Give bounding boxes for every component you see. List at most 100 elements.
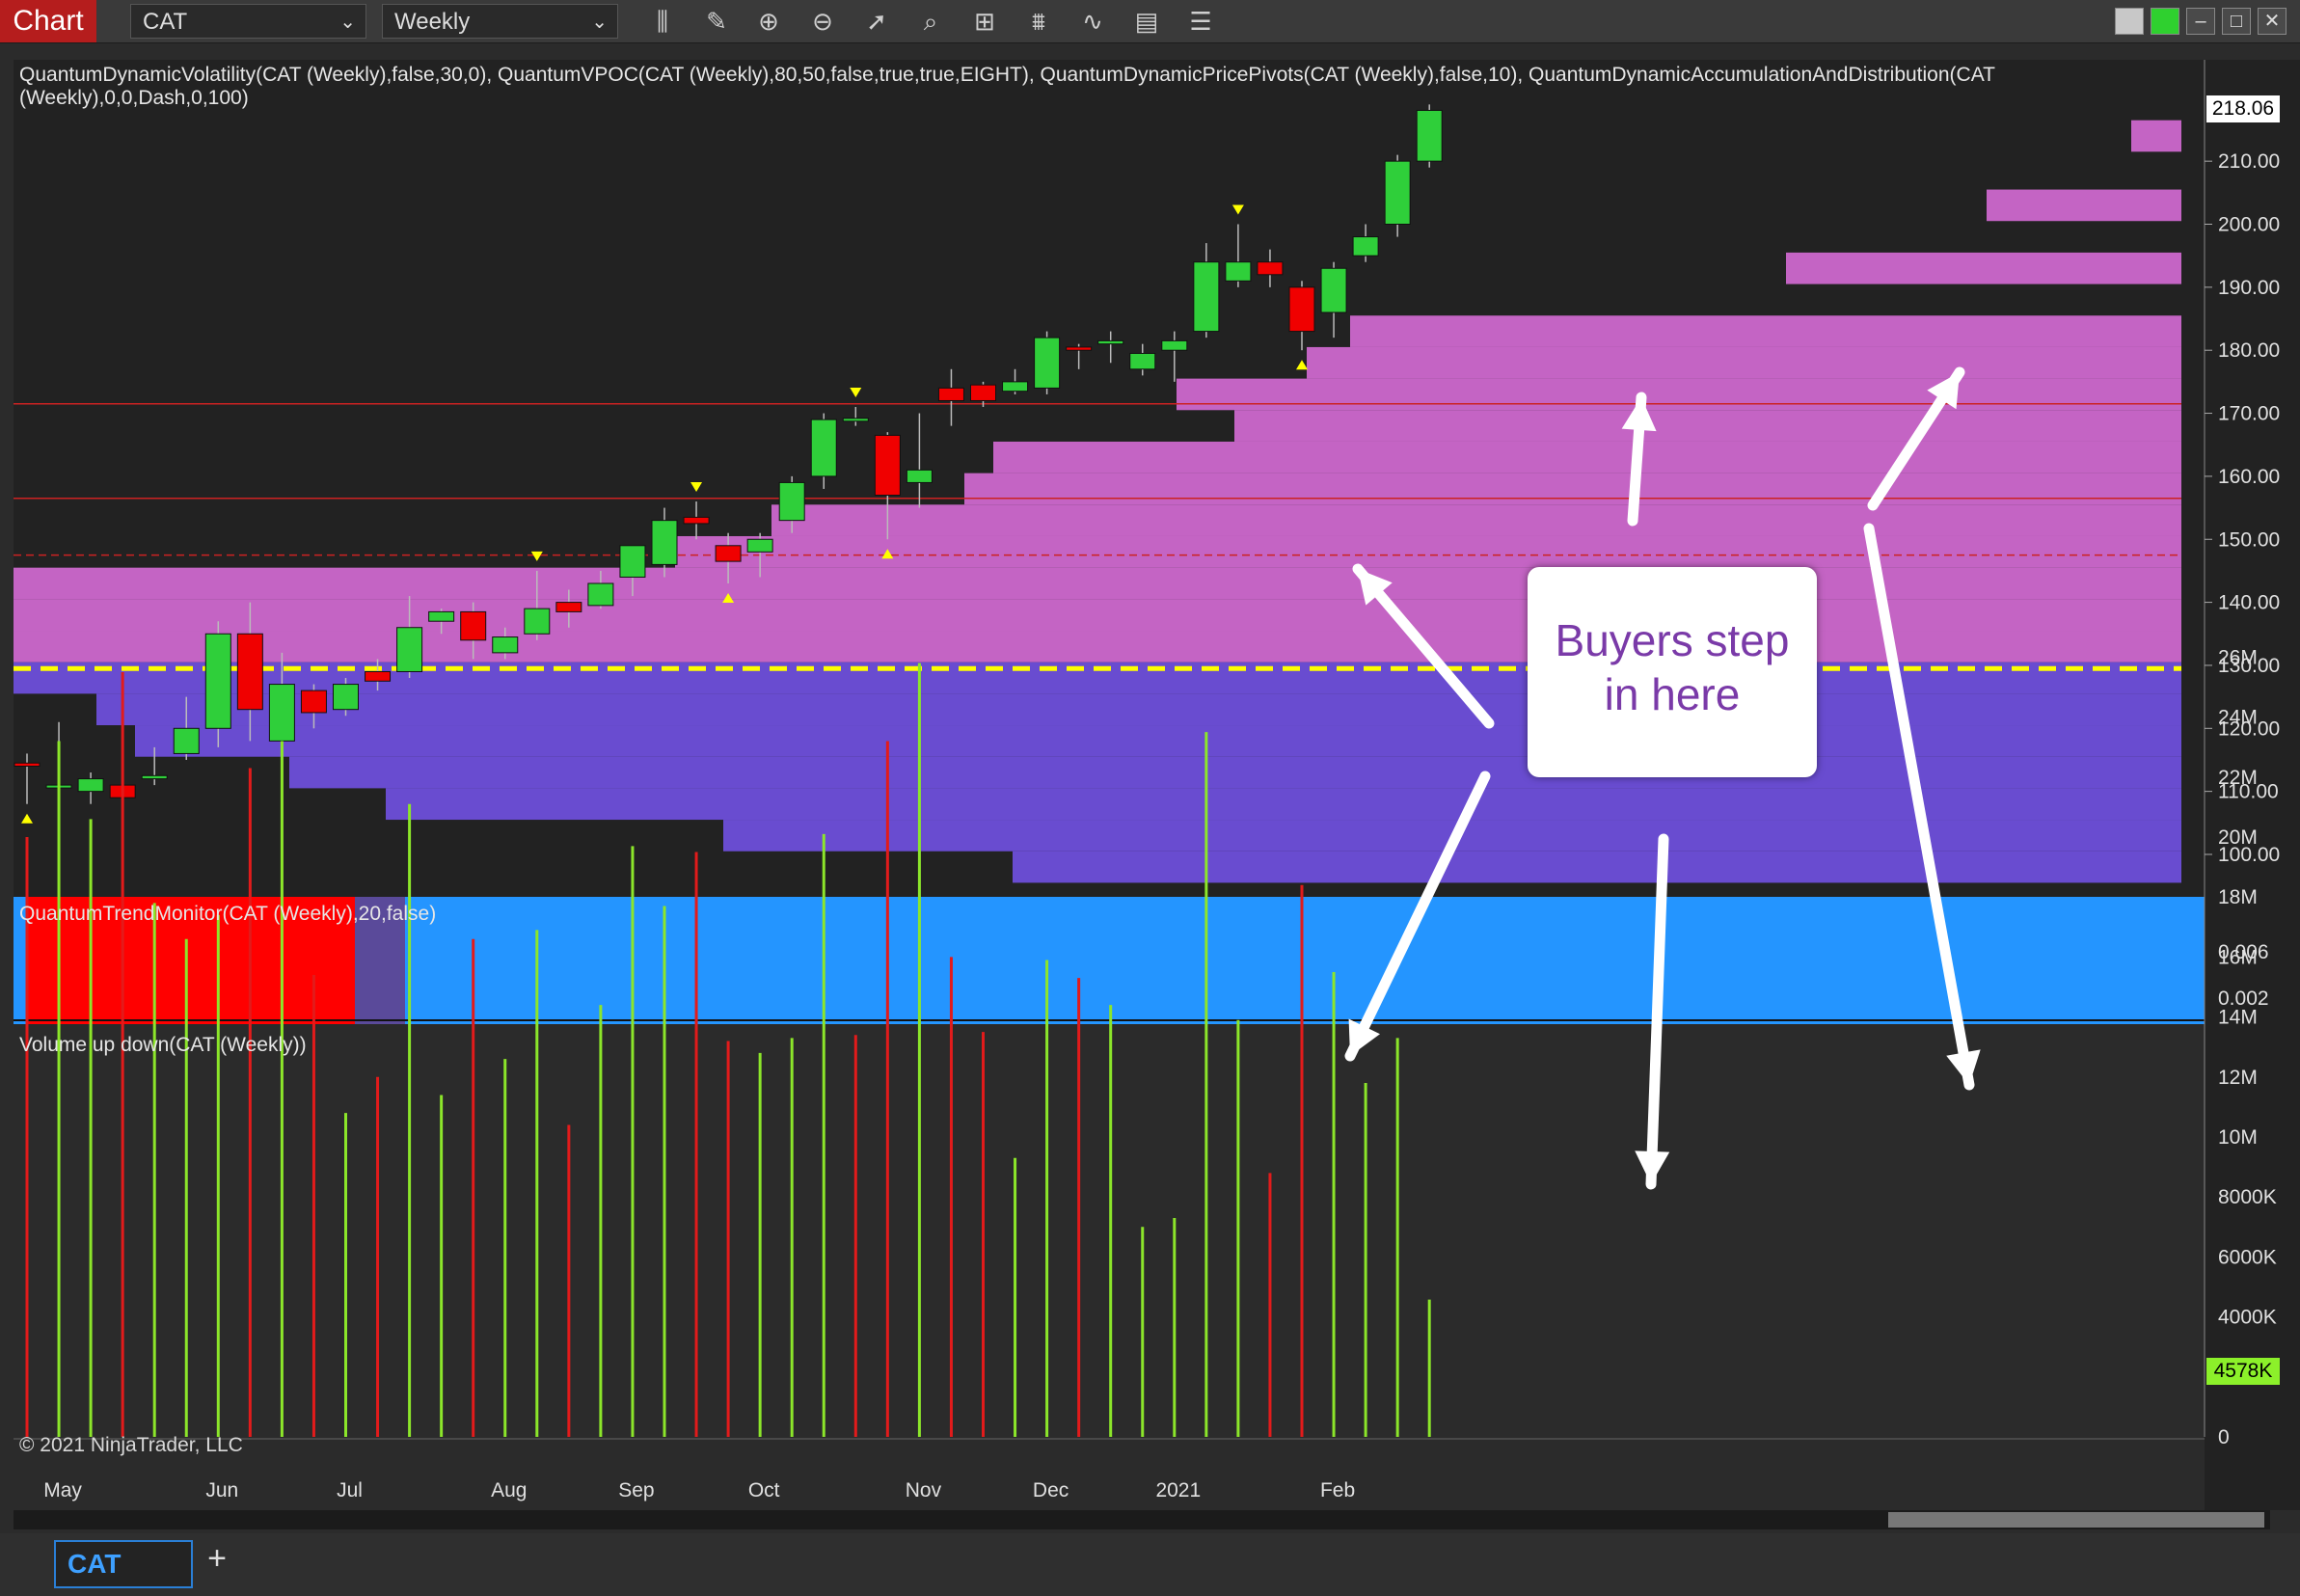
volume-label: Volume up down(CAT (Weekly)) [19,1034,307,1056]
vpoc-band [289,756,2181,789]
trend-monitor-label: QuantumTrendMonitor(CAT (Weekly),20,fals… [19,903,437,925]
scrollbar-thumb[interactable] [1888,1512,2264,1528]
vpoc-band [1350,315,2181,347]
candle-body [1066,346,1093,351]
vpoc-band [675,535,2181,568]
candle-body [937,387,964,401]
last-price-label: 218.06 [2206,95,2280,122]
volume-tick-label: 16M [2218,946,2258,968]
vpoc-band [14,567,2181,600]
candle-body [492,636,519,654]
x-tick-label: Sep [618,1479,654,1501]
candle-body [236,633,263,711]
vpoc-band [771,504,2181,536]
candle-body [1288,286,1315,333]
chart-canvas[interactable]: 100.00110.00120.00130.00140.00150.00160.… [0,0,2300,1533]
candle-body [970,384,996,401]
vpoc-band [1987,189,2181,222]
candle-body [173,727,200,754]
vpoc-band [993,441,2181,473]
candle-body [810,419,837,477]
indicators-label-line2: (Weekly),0,0,Dash,0,100) [19,87,249,109]
x-tick-label: Jul [337,1479,363,1501]
candle-body [1161,339,1188,351]
x-tick-label: May [43,1479,82,1501]
candle-body [874,434,901,497]
vpoc-band [96,693,2181,726]
price-tick-label: 150.00 [2218,528,2280,551]
candle-body [778,481,805,522]
candle-body [333,684,359,711]
candle-body [906,469,933,483]
vpoc-band [2131,120,2181,152]
price-tick-label: 170.00 [2218,403,2280,425]
candle-body [1002,381,1029,392]
callout-line1: Buyers step [1555,615,1790,665]
x-tick-label: Feb [1320,1479,1355,1501]
candle-body [396,627,423,672]
candle-body [1320,267,1347,313]
candle-body [1129,352,1156,370]
candle-body [14,762,41,768]
indicators-label-line1: QuantumDynamicVolatility(CAT (Weekly),fa… [19,64,1995,86]
candle-body [746,538,773,553]
x-tick-label: Oct [748,1479,780,1501]
add-tab-button[interactable]: + [201,1539,233,1578]
candle-body [300,690,327,714]
vpoc-band [135,725,2181,757]
buyers-callout: Buyers step in here [1528,567,1817,777]
volume-tick-label: 6000K [2218,1246,2277,1268]
candle-body [842,418,869,422]
candle-body [1097,339,1124,345]
volume-tick-label: 20M [2218,826,2258,849]
tab-cat[interactable]: CAT [54,1540,193,1588]
candle-body [268,684,295,742]
candle-body [77,778,104,793]
candle-body [619,545,646,578]
candle-body [587,582,614,607]
volume-tick-label: 14M [2218,1007,2258,1029]
candle-body [651,520,678,565]
candle-body [1257,261,1284,276]
vpoc-band [14,599,2181,632]
vpoc-band [1013,851,2181,883]
vpoc-band [14,631,2181,663]
copyright: © 2021 NinjaTrader, LLC [19,1434,243,1456]
volume-tick-label: 10M [2218,1126,2258,1149]
candle-body [204,633,231,729]
candle-body [365,670,392,682]
candle-body [524,608,551,635]
volume-tick-label: 22M [2218,767,2258,789]
candle-body [141,774,168,780]
candle-body [1193,261,1220,333]
volume-tick-label: 12M [2218,1067,2258,1089]
price-tick-label: 160.00 [2218,466,2280,488]
candle-body [683,516,710,525]
vpoc-band [1307,346,2181,379]
x-tick-label: Aug [491,1479,527,1501]
candle-body [555,602,582,612]
volume-tick-label: 8000K [2218,1186,2277,1208]
price-tick-label: 180.00 [2218,339,2280,362]
last-volume-label: 4578K [2206,1358,2280,1385]
volume-tick-label: 4000K [2218,1307,2277,1329]
x-tick-label: 2021 [1155,1479,1201,1501]
tab-bar [0,1533,2300,1596]
x-tick-label: Nov [906,1479,942,1501]
volume-tick-label: 24M [2218,707,2258,729]
candle-body [428,610,455,622]
x-tick-label: Jun [205,1479,238,1501]
x-tick-label: Dec [1033,1479,1069,1501]
volume-tick-label: 18M [2218,886,2258,908]
candle-body [1416,109,1443,162]
price-tick-label: 140.00 [2218,592,2280,614]
panel-separator [14,1024,2205,1030]
price-tick-label: 210.00 [2218,150,2280,173]
vpoc-band [1234,410,2181,442]
candle-body [715,545,742,562]
price-tick-label: 190.00 [2218,277,2280,299]
vpoc-band [1177,378,2181,411]
price-tick-label: 200.00 [2218,214,2280,236]
candle-body [460,610,487,641]
annotation-arrowhead [1635,1150,1670,1184]
